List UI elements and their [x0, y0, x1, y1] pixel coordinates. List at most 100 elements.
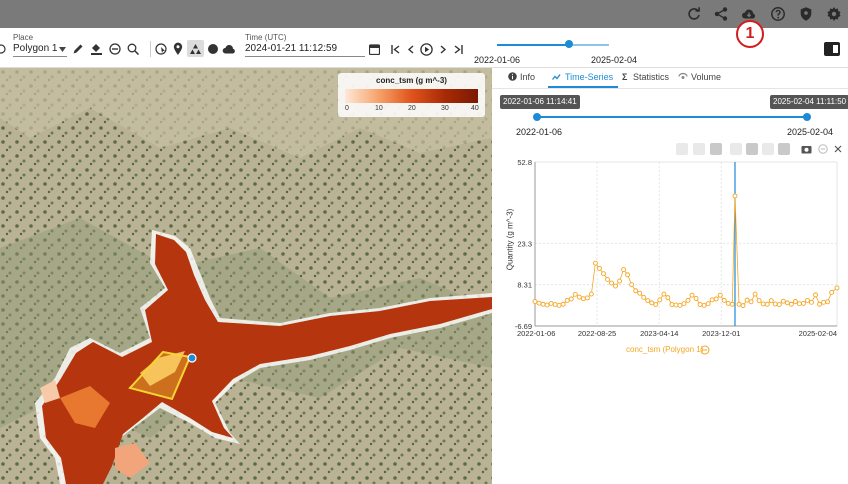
data-point[interactable]	[552, 302, 558, 307]
time-input[interactable]: 2024-01-21 11:12:59	[245, 43, 365, 57]
data-point[interactable]	[784, 300, 790, 306]
panel-range-end-thumb[interactable]	[803, 113, 811, 121]
data-point[interactable]	[756, 298, 762, 304]
data-point[interactable]	[653, 302, 659, 307]
next-step-icon[interactable]	[439, 45, 447, 54]
target-icon[interactable]	[0, 44, 6, 54]
data-point[interactable]	[532, 299, 538, 304]
chart-line-button[interactable]	[746, 143, 758, 155]
data-point[interactable]	[713, 296, 719, 302]
zoom-to-place-icon[interactable]	[127, 43, 140, 55]
data-point[interactable]	[536, 300, 542, 306]
data-point[interactable]	[800, 300, 806, 306]
data-point[interactable]	[732, 193, 738, 199]
data-point[interactable]	[592, 260, 598, 266]
data-point[interactable]	[544, 302, 550, 308]
map-view[interactable]	[0, 68, 492, 484]
data-point[interactable]	[584, 295, 590, 301]
tab-info[interactable]: Info	[520, 72, 535, 82]
data-point[interactable]	[752, 291, 758, 297]
data-point[interactable]	[736, 301, 742, 307]
data-point[interactable]	[576, 294, 582, 300]
data-point[interactable]	[617, 278, 623, 284]
data-point[interactable]	[637, 290, 643, 296]
data-point[interactable]	[677, 302, 683, 308]
data-point[interactable]	[821, 299, 827, 305]
data-point[interactable]	[721, 297, 727, 303]
data-point[interactable]	[792, 299, 798, 304]
data-point[interactable]	[764, 301, 770, 307]
data-point[interactable]	[605, 276, 610, 282]
data-point[interactable]	[788, 301, 794, 307]
data-point[interactable]	[780, 298, 786, 304]
data-point[interactable]	[621, 267, 627, 272]
share-icon[interactable]	[713, 6, 729, 22]
first-step-icon[interactable]	[391, 45, 401, 54]
data-point[interactable]	[697, 302, 703, 307]
data-point[interactable]	[564, 297, 570, 303]
data-point[interactable]	[673, 302, 679, 308]
data-point[interactable]	[560, 301, 566, 307]
shield-icon[interactable]	[798, 6, 814, 22]
prev-step-icon[interactable]	[407, 45, 415, 54]
tab-volume[interactable]: Volume	[691, 72, 721, 82]
place-marker[interactable]	[187, 353, 197, 363]
data-point[interactable]	[629, 282, 635, 288]
data-point[interactable]	[813, 292, 818, 298]
chart-bar-button[interactable]	[762, 143, 774, 155]
refresh-icon[interactable]	[686, 6, 702, 22]
chart-area-button[interactable]	[778, 143, 790, 155]
data-point[interactable]	[596, 265, 602, 271]
panel-range-track[interactable]	[537, 116, 807, 118]
data-point[interactable]	[669, 302, 675, 307]
data-point[interactable]	[709, 297, 715, 303]
calendar-icon[interactable]	[369, 43, 380, 55]
data-point[interactable]	[609, 280, 614, 286]
data-point[interactable]	[649, 300, 655, 306]
play-icon[interactable]	[420, 43, 433, 56]
data-point[interactable]	[717, 292, 723, 298]
chart-error-bars-button[interactable]	[693, 143, 705, 155]
data-point[interactable]	[661, 291, 667, 297]
data-point[interactable]	[689, 292, 695, 298]
edit-icon[interactable]	[72, 43, 84, 55]
remove-series-icon[interactable]	[818, 144, 828, 154]
last-step-icon[interactable]	[453, 45, 463, 54]
data-point[interactable]	[580, 296, 586, 302]
data-point[interactable]	[748, 299, 754, 305]
data-point[interactable]	[796, 301, 802, 307]
close-icon[interactable]	[834, 145, 842, 153]
data-point[interactable]	[540, 301, 546, 307]
circle-tool-icon[interactable]	[207, 43, 219, 55]
data-point[interactable]	[665, 295, 671, 301]
data-point[interactable]	[744, 297, 750, 303]
data-point[interactable]	[556, 302, 562, 308]
data-point[interactable]	[568, 296, 574, 302]
chart-fit-button[interactable]	[676, 143, 688, 155]
place-select[interactable]: Polygon 1	[13, 43, 67, 57]
data-point[interactable]	[641, 294, 647, 300]
data-point[interactable]	[645, 298, 651, 304]
panel-range-start-thumb[interactable]	[533, 113, 541, 121]
data-point[interactable]	[705, 301, 711, 307]
data-point[interactable]	[572, 291, 578, 297]
cloud-upload-icon[interactable]	[222, 43, 236, 55]
toggle-sidepanel-button[interactable]	[824, 42, 840, 56]
data-point[interactable]	[685, 297, 691, 303]
data-point[interactable]	[760, 301, 766, 307]
data-point[interactable]	[548, 300, 554, 306]
data-point[interactable]	[588, 291, 594, 297]
data-point[interactable]	[701, 302, 707, 308]
data-point[interactable]	[776, 302, 782, 307]
remove-series-legend-icon[interactable]	[700, 345, 710, 355]
select-tool-icon[interactable]	[155, 43, 168, 55]
chart-points-button[interactable]	[730, 143, 742, 155]
camera-icon[interactable]	[801, 144, 812, 154]
help-icon[interactable]	[770, 6, 786, 22]
data-point[interactable]	[729, 301, 735, 307]
data-point[interactable]	[601, 271, 606, 277]
data-point[interactable]	[613, 283, 618, 289]
tab-statistics[interactable]: Statistics	[633, 72, 669, 82]
data-point[interactable]	[829, 289, 835, 295]
data-point[interactable]	[809, 299, 814, 305]
